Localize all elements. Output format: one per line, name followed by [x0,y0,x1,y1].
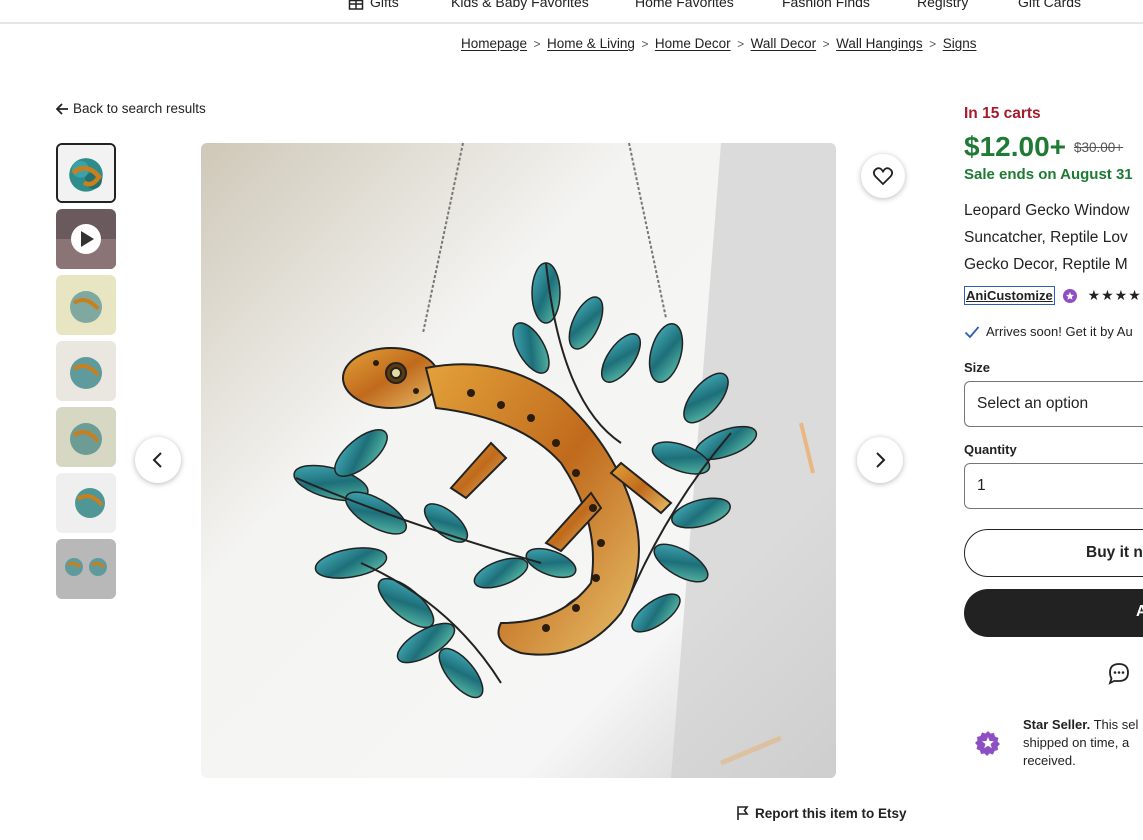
chevron-right-icon: > [822,37,830,51]
report-item-link[interactable]: Report this item to Etsy [736,805,907,821]
checkmark-icon [964,326,980,339]
thumbnail-image [56,341,116,401]
breadcrumb-wall-decor[interactable]: Wall Decor [751,36,817,51]
shop-info-row: AniCustomize ★★★★★ [964,286,1143,305]
original-price: $30.00+ [1074,140,1124,155]
buy-it-now-label: Buy it n [1086,544,1143,561]
thumbnail-4[interactable] [56,341,116,401]
sale-ends-notice: Sale ends on August 31 [964,166,1133,183]
quantity-label: Quantity [964,442,1017,457]
rating-stars: ★★★★★ [1087,287,1143,303]
chevron-left-icon [152,452,162,468]
report-label: Report this item to Etsy [755,806,907,821]
breadcrumb-home-decor[interactable]: Home Decor [655,36,731,51]
gift-icon [348,0,364,11]
nav-item-kids-baby[interactable]: Kids & Baby Favorites [451,0,589,10]
thumbnail-1[interactable] [56,143,116,203]
favorite-button[interactable] [861,154,905,198]
nav-item-fashion-finds[interactable]: Fashion Finds [782,0,870,10]
product-image [201,143,836,778]
nav-item-home-favorites[interactable]: Home Favorites [635,0,734,10]
star-seller-badge-icon [975,731,1000,756]
shop-name-link[interactable]: AniCustomize [964,286,1055,305]
size-select[interactable]: Select an option [964,381,1143,427]
arrival-estimate: Arrives soon! Get it by Au [964,324,1133,339]
breadcrumb-wall-hangings[interactable]: Wall Hangings [836,36,923,51]
star-seller-title: Star Seller. [1023,717,1091,732]
thumbnail-7[interactable] [56,539,116,599]
thumbnail-3[interactable] [56,275,116,335]
size-label: Size [964,360,991,375]
back-link-label: Back to search results [73,101,206,116]
message-seller-button[interactable] [1107,661,1131,690]
chevron-right-icon: > [533,37,541,51]
thumbnail-image [56,209,116,269]
thumbnail-list [56,143,116,605]
chevron-right-icon [876,452,886,468]
nav-item-gifts[interactable]: Gifts [348,0,399,11]
thumbnail-image [56,539,116,599]
arrival-text: Arrives soon! Get it by Au [986,324,1133,339]
previous-image-button[interactable] [135,437,181,483]
star-seller-text: Star Seller. This sel shipped on time, a… [1023,716,1138,770]
arrow-left-icon [55,103,68,115]
back-to-search-link[interactable]: Back to search results [55,101,206,116]
listing-panel: In 15 carts $12.00+ $30.00+ Sale ends on… [964,0,1143,840]
add-to-cart-label: A [1136,603,1143,620]
listing-title-line-3: Gecko Decor, Reptile M [964,256,1128,273]
breadcrumb: Homepage > Home & Living > Home Decor > Wall D… [461,36,976,51]
star-seller-line-1: This sel [1090,717,1139,732]
next-image-button[interactable] [857,437,903,483]
chat-icon [1108,663,1129,685]
breadcrumb-homepage[interactable]: Homepage [461,36,527,51]
quantity-select[interactable]: 1 [964,463,1143,509]
thumbnail-image [56,275,116,335]
listing-title-line-2: Suncatcher, Reptile Lov [964,229,1128,246]
thumbnail-image [56,407,116,467]
star-seller-line-2: shipped on time, a [1023,735,1130,750]
heart-icon [873,167,893,185]
nav-item-label: Gifts [370,0,399,10]
thumbnail-5[interactable] [56,407,116,467]
nav-item-registry[interactable]: Registry [917,0,968,10]
flag-icon [737,806,749,820]
thumbnail-video[interactable] [56,209,116,269]
sale-price: $12.00+ [964,131,1066,162]
in-carts-notice: In 15 carts [964,105,1041,122]
listing-title-line-1: Leopard Gecko Window [964,202,1130,219]
buy-it-now-button[interactable]: Buy it n [964,529,1143,577]
add-to-cart-button[interactable]: A [964,589,1143,637]
thumbnail-6[interactable] [56,473,116,533]
chevron-right-icon: > [737,37,745,51]
main-product-image[interactable] [201,143,836,778]
thumbnail-image [56,473,116,533]
chevron-right-icon: > [641,37,649,51]
breadcrumb-home-living[interactable]: Home & Living [547,36,635,51]
star-seller-line-3: received. [1023,753,1076,768]
star-seller-badge-icon [1063,289,1078,303]
thumbnail-image [58,145,114,201]
chevron-right-icon: > [929,37,937,51]
